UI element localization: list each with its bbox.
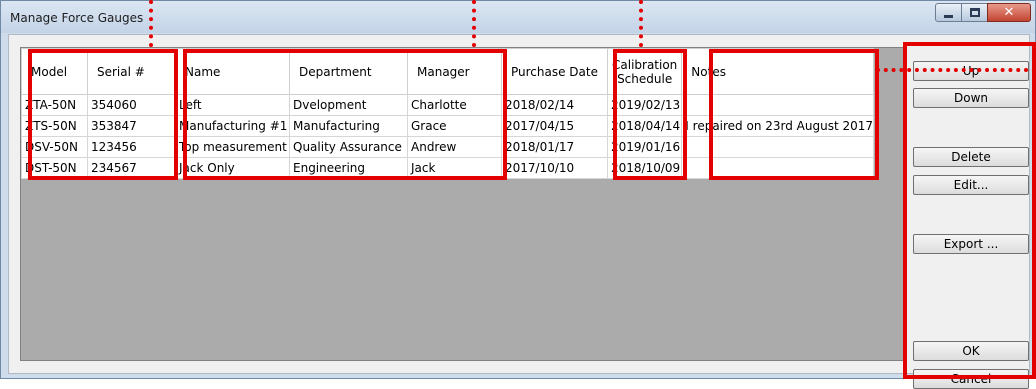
- cell-model[interactable]: DST-50N: [21, 157, 88, 179]
- cell-calibration[interactable]: 2018/04/14: [606, 115, 683, 137]
- gauges-table: Model Serial # Name Department Manager P…: [21, 48, 875, 179]
- cell-model[interactable]: DSV-50N: [21, 136, 88, 158]
- cell-department[interactable]: Engineering: [289, 157, 408, 179]
- cell-purchase-date[interactable]: 2017/10/10: [501, 157, 608, 179]
- ok-button[interactable]: OK: [913, 341, 1029, 361]
- cell-name[interactable]: Manufacturing #1: [175, 115, 290, 137]
- cell-model[interactable]: ZTS-50N: [21, 115, 88, 137]
- close-button[interactable]: ✕: [987, 3, 1031, 22]
- cell-notes[interactable]: [681, 157, 875, 179]
- cell-purchase-date[interactable]: 2017/04/15: [501, 115, 608, 137]
- table-header-row: Model Serial # Name Department Manager P…: [21, 48, 875, 95]
- cell-department[interactable]: Manufacturing: [289, 115, 408, 137]
- cell-serial[interactable]: 353847: [87, 115, 176, 137]
- cancel-button[interactable]: Cancel: [913, 369, 1029, 389]
- cell-manager[interactable]: Jack: [407, 157, 502, 179]
- calibration-header-line1: Calibration: [612, 57, 678, 72]
- edit-button[interactable]: Edit...: [913, 175, 1029, 195]
- cell-calibration[interactable]: 2019/02/13: [606, 94, 683, 116]
- gauges-grid[interactable]: Model Serial # Name Department Manager P…: [20, 47, 906, 361]
- minimize-button[interactable]: [935, 3, 962, 22]
- cell-calibration[interactable]: 2018/10/09: [606, 157, 683, 179]
- column-header-manager[interactable]: Manager: [407, 48, 502, 95]
- export-button[interactable]: Export ...: [913, 234, 1029, 254]
- cell-department[interactable]: Quality Assurance: [289, 136, 408, 158]
- cell-notes[interactable]: [681, 94, 875, 116]
- window-title: Manage Force Gauges: [10, 11, 144, 25]
- cell-name[interactable]: Top measurement: [175, 136, 290, 158]
- column-header-name[interactable]: Name: [175, 48, 290, 95]
- table-row[interactable]: DST-50N 234567 Jack Only Engineering Jac…: [21, 157, 875, 179]
- cell-manager[interactable]: Grace: [407, 115, 502, 137]
- column-header-serial[interactable]: Serial #: [87, 48, 176, 95]
- title-bar[interactable]: Manage Force Gauges: [1, 1, 1035, 33]
- maximize-icon: [969, 8, 980, 17]
- cell-manager[interactable]: Andrew: [407, 136, 502, 158]
- cell-notes[interactable]: I repaired on 23rd August 2017: [681, 115, 875, 137]
- cell-name[interactable]: Left: [175, 94, 290, 116]
- cell-name[interactable]: Jack Only: [175, 157, 290, 179]
- column-header-calibration-schedule[interactable]: Calibration Schedule: [606, 48, 683, 95]
- column-header-model[interactable]: Model: [21, 48, 88, 95]
- table-row[interactable]: DSV-50N 123456 Top measurement Quality A…: [21, 136, 875, 158]
- cell-serial[interactable]: 234567: [87, 157, 176, 179]
- delete-button[interactable]: Delete: [913, 147, 1029, 167]
- close-icon: ✕: [1003, 5, 1015, 20]
- cell-purchase-date[interactable]: 2018/02/14: [501, 94, 608, 116]
- down-button[interactable]: Down: [913, 88, 1029, 108]
- cell-model[interactable]: ZTA-50N: [21, 94, 88, 116]
- table-row[interactable]: ZTS-50N 353847 Manufacturing #1 Manufact…: [21, 115, 875, 137]
- cell-department[interactable]: Dvelopment: [289, 94, 408, 116]
- cell-notes[interactable]: [681, 136, 875, 158]
- cell-purchase-date[interactable]: 2018/01/17: [501, 136, 608, 158]
- column-header-purchase-date[interactable]: Purchase Date: [501, 48, 608, 95]
- up-button[interactable]: Up: [913, 61, 1029, 81]
- column-header-notes[interactable]: Notes: [681, 48, 875, 95]
- column-header-department[interactable]: Department: [289, 48, 408, 95]
- cell-calibration[interactable]: 2019/01/16: [606, 136, 683, 158]
- calibration-header-line2: Schedule: [617, 71, 673, 86]
- table-row[interactable]: ZTA-50N 354060 Left Dvelopment Charlotte…: [21, 94, 875, 116]
- minimize-icon: [944, 14, 953, 18]
- maximize-button[interactable]: [961, 3, 988, 22]
- cell-serial[interactable]: 354060: [87, 94, 176, 116]
- cell-manager[interactable]: Charlotte: [407, 94, 502, 116]
- cell-serial[interactable]: 123456: [87, 136, 176, 158]
